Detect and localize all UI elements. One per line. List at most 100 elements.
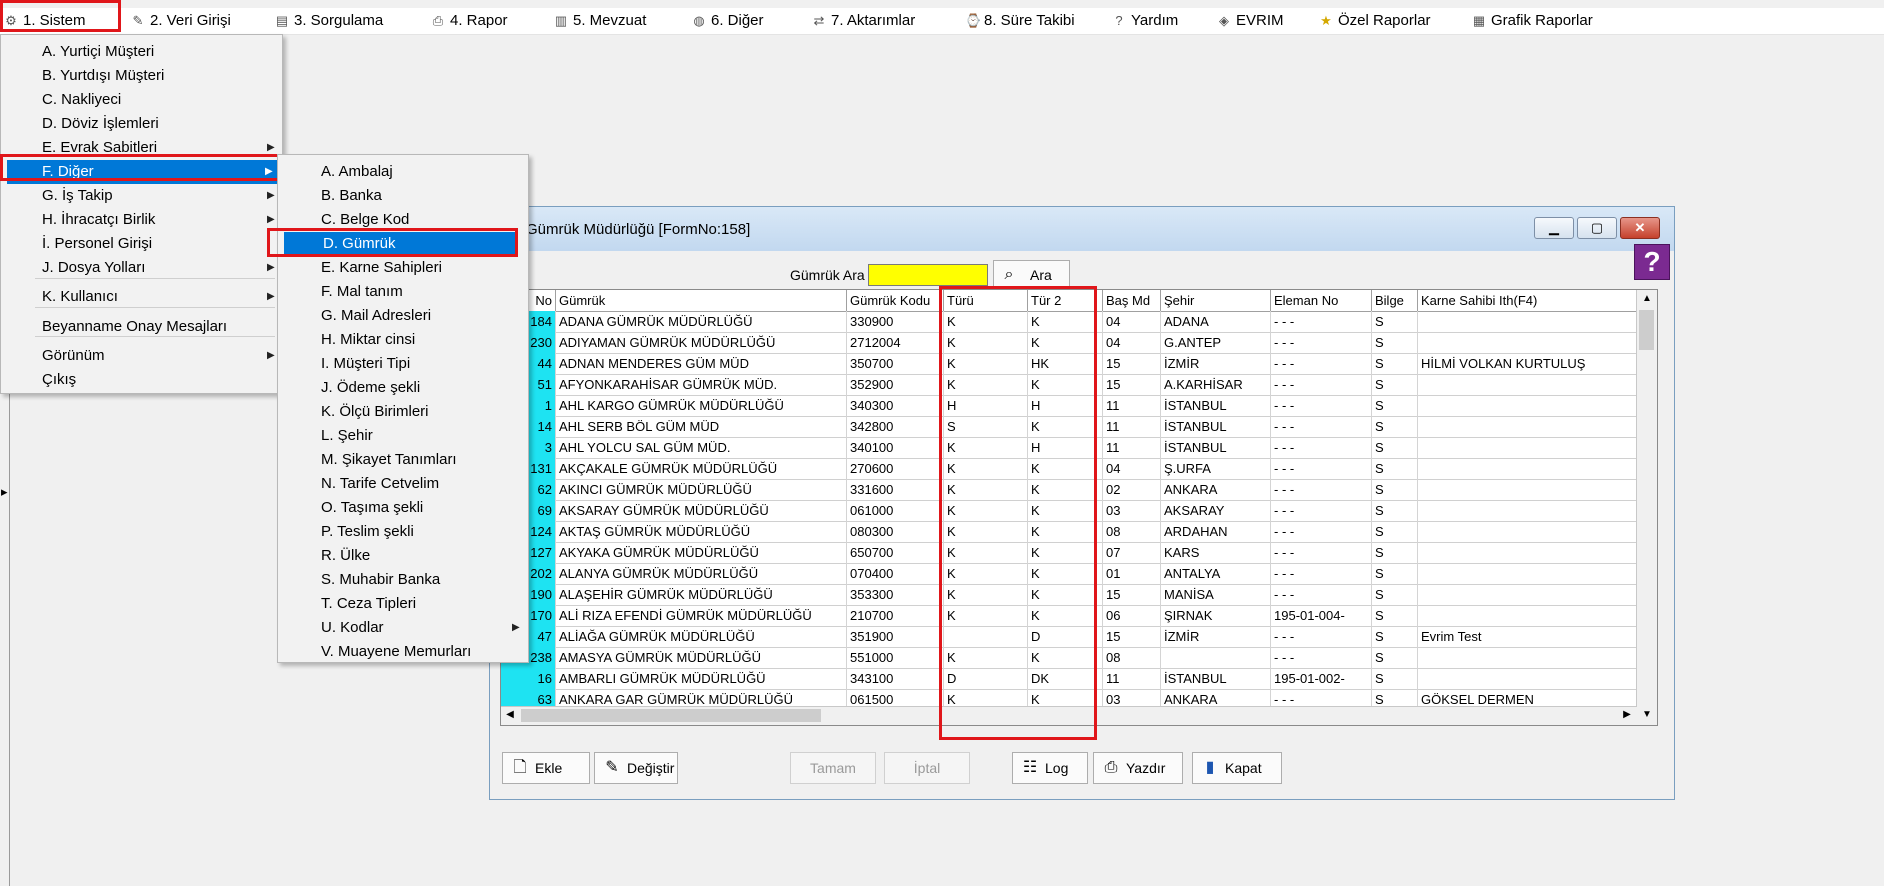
cell-type-2[interactable]: K [1028, 584, 1103, 605]
other-menu-item-bank[interactable]: B. Banka [280, 184, 526, 208]
close-button[interactable]: ▮ Kapat [1192, 752, 1282, 784]
cell-customs-code[interactable]: 331600 [847, 479, 944, 500]
other-menu-item-customer-type[interactable]: I. Müşteri Tipi [280, 352, 526, 376]
cell-city[interactable]: AKSARAY [1161, 500, 1271, 521]
menu-help[interactable]: ? Yardım [1112, 8, 1178, 34]
cell-carnet-holder[interactable] [1418, 479, 1637, 500]
cell-type-2[interactable]: K [1028, 500, 1103, 521]
cell-type-2[interactable]: D [1028, 626, 1103, 647]
cell-customs-code[interactable]: 352900 [847, 374, 944, 395]
other-menu-item-customs[interactable]: D. Gümrük [284, 232, 516, 256]
cell-head-office[interactable]: 11 [1103, 395, 1161, 416]
table-row[interactable]: 127 AKYAKA GÜMRÜK MÜDÜRLÜĞÜ 650700 K K 07 KARS… [501, 542, 1637, 564]
cell-customs[interactable]: AKINCI GÜMRÜK MÜDÜRLÜĞÜ [556, 479, 847, 500]
other-menu-item-city[interactable]: L. Şehir [280, 424, 526, 448]
cell-type-2[interactable]: K [1028, 647, 1103, 668]
cell-customs[interactable]: ALİAĞA GÜMRÜK MÜDÜRLÜĞÜ [556, 626, 847, 647]
other-menu-item-complaint-definitions[interactable]: M. Şikayet Tanımları [280, 448, 526, 472]
cell-type[interactable]: H [944, 395, 1028, 416]
add-button[interactable]: 🗋 Ekle [502, 752, 590, 784]
other-menu-item-inspection-officers[interactable]: V. Muayene Memurları [280, 640, 526, 664]
cell-type-2[interactable]: K [1028, 605, 1103, 626]
cell-bilge[interactable]: S [1372, 353, 1418, 374]
cell-customs[interactable]: AKSARAY GÜMRÜK MÜDÜRLÜĞÜ [556, 500, 847, 521]
cell-city[interactable]: Ş.URFA [1161, 458, 1271, 479]
column-header-customs[interactable]: Gümrük [556, 290, 847, 311]
other-menu-item-penalty-types[interactable]: T. Ceza Tipleri [280, 592, 526, 616]
cell-city[interactable]: İSTANBUL [1161, 395, 1271, 416]
cell-carnet-holder[interactable] [1418, 668, 1637, 689]
other-menu-item-transport-method[interactable]: O. Taşıma şekli [280, 496, 526, 520]
menu-custom-reports[interactable]: ★ Özel Raporlar [1319, 8, 1430, 34]
cell-type[interactable]: K [944, 563, 1028, 584]
column-header-carnet-holder[interactable]: Karne Sahibi Ith(F4) [1418, 290, 1637, 311]
scroll-up-icon[interactable]: ▲ [1638, 293, 1656, 304]
cell-staff-no[interactable]: 195-01-004- [1271, 605, 1372, 626]
cell-carnet-holder[interactable] [1418, 647, 1637, 668]
close-window-button[interactable]: ✕ [1620, 217, 1660, 239]
cell-city[interactable]: ANTALYA [1161, 563, 1271, 584]
cell-type[interactable]: K [944, 647, 1028, 668]
cell-customs-code[interactable]: 2712004 [847, 332, 944, 353]
cell-customs[interactable]: ADNAN MENDERES GÜM MÜD [556, 353, 847, 374]
cell-carnet-holder[interactable]: HİLMİ VOLKAN KURTULUŞ [1418, 353, 1637, 374]
cell-bilge[interactable]: S [1372, 584, 1418, 605]
cell-head-office[interactable]: 08 [1103, 521, 1161, 542]
table-row[interactable]: 14 AHL SERB BÖL GÜM MÜD 342800 S K 11 İSTANBUL… [501, 416, 1637, 438]
cell-customs-code[interactable]: 270600 [847, 458, 944, 479]
cell-type[interactable]: K [944, 437, 1028, 458]
cell-type-2[interactable]: K [1028, 374, 1103, 395]
cell-customs[interactable]: ADANA GÜMRÜK MÜDÜRLÜĞÜ [556, 311, 847, 332]
cell-head-office[interactable]: 01 [1103, 563, 1161, 584]
cell-head-office[interactable]: 15 [1103, 374, 1161, 395]
cell-bilge[interactable]: S [1372, 374, 1418, 395]
cell-head-office[interactable]: 04 [1103, 332, 1161, 353]
cell-city[interactable]: İSTANBUL [1161, 416, 1271, 437]
table-row[interactable]: 131 AKÇAKALE GÜMRÜK MÜDÜRLÜĞÜ 270600 K K 04 Ş.… [501, 458, 1637, 480]
menu-data-entry[interactable]: ✎ 2. Veri Girişi [131, 8, 231, 34]
cell-type[interactable]: D [944, 668, 1028, 689]
table-row[interactable]: 1 AHL KARGO GÜMRÜK MÜDÜRLÜĞÜ 340300 H H 11 İST… [501, 395, 1637, 417]
search-button[interactable]: ⌕ Ara [993, 260, 1070, 290]
cell-head-office[interactable]: 06 [1103, 605, 1161, 626]
cell-type-2[interactable]: DK [1028, 668, 1103, 689]
system-menu-item-currency-operations[interactable]: D. Döviz İşlemleri [3, 112, 279, 136]
cell-bilge[interactable]: S [1372, 668, 1418, 689]
cell-bilge[interactable]: S [1372, 395, 1418, 416]
horizontal-scroll-thumb[interactable] [521, 709, 821, 722]
help-question-icon[interactable]: ? [1634, 244, 1670, 280]
other-menu-item-payment-method[interactable]: J. Ödeme şekli [280, 376, 526, 400]
cell-head-office[interactable]: 03 [1103, 500, 1161, 521]
cell-type-2[interactable]: HK [1028, 353, 1103, 374]
cell-head-office[interactable]: 07 [1103, 542, 1161, 563]
cell-customs-code[interactable]: 650700 [847, 542, 944, 563]
cell-type-2[interactable]: H [1028, 395, 1103, 416]
cell-type[interactable]: K [944, 584, 1028, 605]
system-menu-item-exporter-union[interactable]: H. İhracatçı Birlik ▶ [3, 208, 279, 232]
system-menu-item-file-paths[interactable]: J. Dosya Yolları ▶ [3, 256, 279, 280]
cell-customs[interactable]: AMASYA GÜMRÜK MÜDÜRLÜĞÜ [556, 647, 847, 668]
table-row[interactable]: 69 AKSARAY GÜMRÜK MÜDÜRLÜĞÜ 061000 K K 03 AKSA… [501, 500, 1637, 522]
cell-bilge[interactable]: S [1372, 458, 1418, 479]
cell-city[interactable]: ADANA [1161, 311, 1271, 332]
table-row[interactable]: 3 AHL YOLCU SAL GÜM MÜD. 340100 K H 11 İSTANBU… [501, 437, 1637, 459]
cell-type[interactable] [944, 626, 1028, 647]
cell-type[interactable]: K [944, 332, 1028, 353]
cell-customs-code[interactable]: 350700 [847, 353, 944, 374]
cell-customs[interactable]: AHL KARGO GÜMRÜK MÜDÜRLÜĞÜ [556, 395, 847, 416]
menu-deadline-tracking[interactable]: ⌚ 8. Süre Takibi [965, 8, 1075, 34]
horizontal-scrollbar[interactable]: ◀ ▶ [501, 706, 1637, 725]
cell-customs[interactable]: AKTAŞ GÜMRÜK MÜDÜRLÜĞÜ [556, 521, 847, 542]
cell-type-2[interactable]: K [1028, 521, 1103, 542]
cell-head-office[interactable]: 08 [1103, 647, 1161, 668]
cell-carnet-holder[interactable] [1418, 563, 1637, 584]
edit-button[interactable]: ✎ Değiştir [594, 752, 678, 784]
cell-bilge[interactable]: S [1372, 332, 1418, 353]
table-row[interactable]: 44 ADNAN MENDERES GÜM MÜD 350700 K HK 15 İZMİR… [501, 353, 1637, 375]
cell-staff-no[interactable]: - - - [1271, 584, 1372, 605]
cell-bilge[interactable]: S [1372, 626, 1418, 647]
menu-report[interactable]: ⎙ 4. Rapor [431, 8, 508, 34]
cell-bilge[interactable]: S [1372, 437, 1418, 458]
scroll-down-icon[interactable]: ▼ [1638, 709, 1656, 720]
cell-carnet-holder[interactable] [1418, 521, 1637, 542]
